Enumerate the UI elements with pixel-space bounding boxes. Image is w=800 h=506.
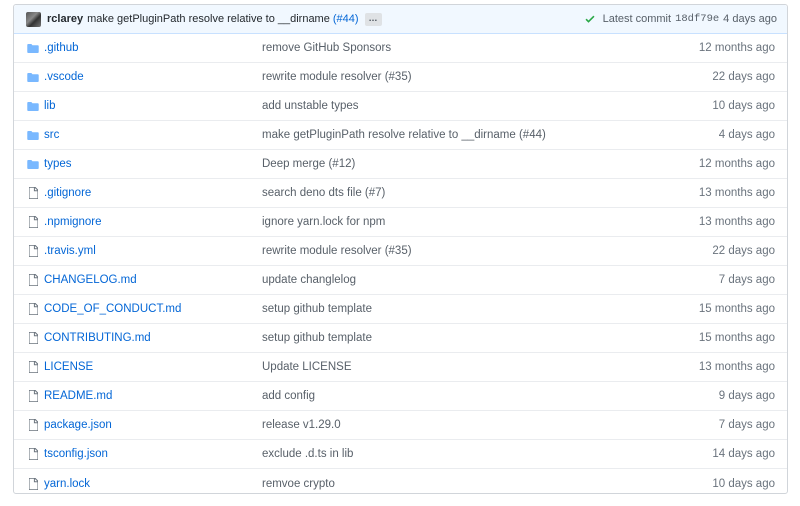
file-browser: rclarey make getPluginPath resolve relat… (13, 4, 788, 494)
file-row: CODE_OF_CONDUCT.md setup github template 1… (14, 295, 787, 324)
commit-author[interactable]: rclarey (47, 13, 83, 25)
file-row: .github remove GitHub Sponsors 12 months a… (14, 34, 787, 63)
commit-age: 22 days ago (712, 71, 775, 83)
commit-message-link[interactable]: remvoe crypto (262, 478, 665, 490)
commit-message-link[interactable]: add config (262, 390, 665, 402)
commit-message-link[interactable]: make getPluginPath resolve relative to _… (262, 129, 665, 141)
file-icon (26, 477, 40, 490)
file-name-link[interactable]: yarn.lock (44, 478, 262, 490)
file-row: package.json release v1.29.0 7 days ago (14, 411, 787, 440)
commit-age: 13 months ago (698, 216, 775, 228)
file-icon (26, 245, 40, 257)
commit-age: 14 days ago (712, 448, 775, 460)
commit-age: 13 months ago (698, 187, 775, 199)
file-name-link[interactable]: tsconfig.json (44, 448, 262, 460)
folder-icon (26, 130, 40, 140)
commit-message-link[interactable]: release v1.29.0 (262, 419, 665, 431)
commit-message-link[interactable]: update changlelog (262, 274, 665, 286)
file-name-link[interactable]: CONTRIBUTING.md (44, 332, 262, 344)
file-row: .travis.yml rewrite module resolver (#35)… (14, 237, 787, 266)
file-row: tsconfig.json exclude .d.ts in lib 14 days… (14, 440, 787, 469)
latest-commit-bar: rclarey make getPluginPath resolve relat… (14, 5, 787, 34)
commit-age: 9 days ago (718, 390, 775, 402)
commit-message-link[interactable]: exclude .d.ts in lib (262, 448, 665, 460)
commit-message-link[interactable]: remove GitHub Sponsors (262, 42, 665, 54)
file-name-link[interactable]: types (44, 158, 262, 170)
file-row: .npmignore ignore yarn.lock for npm 13 mon… (14, 208, 787, 237)
file-name-link[interactable]: CHANGELOG.md (44, 274, 262, 286)
file-row: lib add unstable types 10 days ago (14, 92, 787, 121)
folder-icon (26, 43, 40, 53)
commit-age: 12 months ago (698, 42, 775, 54)
folder-icon (26, 159, 40, 169)
commit-pr-link[interactable]: (#44) (333, 13, 359, 25)
commit-age: 15 months ago (698, 332, 775, 344)
file-name-link[interactable]: .gitignore (44, 187, 262, 199)
file-row: .gitignore search deno dts file (#7) 13 mo… (14, 179, 787, 208)
file-name-link[interactable]: .npmignore (44, 216, 262, 228)
file-list: .github remove GitHub Sponsors 12 months a… (14, 34, 787, 498)
commit-sha[interactable]: 18df79e (675, 13, 719, 25)
commit-age: 12 months ago (698, 158, 775, 170)
file-name-link[interactable]: .vscode (44, 71, 262, 83)
commit-message-link[interactable]: add unstable types (262, 100, 665, 112)
commit-age: 10 days ago (712, 477, 775, 490)
file-name-link[interactable]: CODE_OF_CONDUCT.md (44, 303, 262, 315)
file-name-link[interactable]: .travis.yml (44, 245, 262, 257)
file-row: .vscode rewrite module resolver (#35) 22 d… (14, 63, 787, 92)
commit-message-link[interactable]: rewrite module resolver (#35) (262, 245, 665, 257)
commit-message-link[interactable]: search deno dts file (#7) (262, 187, 665, 199)
commit-age: 10 days ago (712, 100, 775, 112)
file-name-link[interactable]: src (44, 129, 262, 141)
commit-message-link[interactable]: setup github template (262, 303, 665, 315)
file-icon (26, 303, 40, 315)
file-name-link[interactable]: package.json (44, 419, 262, 431)
file-icon (26, 419, 40, 431)
file-icon (26, 332, 40, 344)
commit-message[interactable]: make getPluginPath resolve relative to _… (87, 13, 330, 25)
commit-message-link[interactable]: Update LICENSE (262, 361, 665, 373)
commit-age: 15 months ago (698, 303, 775, 315)
commit-age: 7 days ago (718, 419, 775, 431)
file-name-link[interactable]: .github (44, 42, 262, 54)
commit-time: 4 days ago (723, 13, 777, 25)
commit-age: 7 days ago (718, 274, 775, 286)
latest-commit-label: Latest commit (602, 13, 672, 25)
check-icon (585, 15, 595, 23)
folder-icon (26, 101, 40, 111)
commit-age: 22 days ago (712, 245, 775, 257)
file-row: types Deep merge (#12) 12 months ago (14, 150, 787, 179)
file-icon (26, 390, 40, 402)
file-name-link[interactable]: LICENSE (44, 361, 262, 373)
file-row: LICENSE Update LICENSE 13 months ago (14, 353, 787, 382)
file-icon (26, 216, 40, 228)
commit-message-link[interactable]: Deep merge (#12) (262, 158, 665, 170)
file-icon (26, 187, 40, 199)
file-row: CONTRIBUTING.md setup github template 15 m… (14, 324, 787, 353)
commit-age: 4 days ago (718, 129, 775, 141)
file-icon (26, 274, 40, 286)
avatar[interactable] (26, 11, 41, 27)
file-row: src make getPluginPath resolve relative t… (14, 121, 787, 150)
commit-age: 13 months ago (698, 361, 775, 373)
file-icon (26, 448, 40, 460)
file-name-link[interactable]: lib (44, 100, 262, 112)
file-icon (26, 361, 40, 373)
commit-message-link[interactable]: setup github template (262, 332, 665, 344)
file-row: README.md add config 9 days ago (14, 382, 787, 411)
commit-message-link[interactable]: ignore yarn.lock for npm (262, 216, 665, 228)
commit-message-link[interactable]: rewrite module resolver (#35) (262, 71, 665, 83)
file-row: yarn.lock remvoe crypto 10 days ago (14, 469, 787, 498)
file-name-link[interactable]: README.md (44, 390, 262, 402)
file-row: CHANGELOG.md update changlelog 7 days ago (14, 266, 787, 295)
folder-icon (26, 72, 40, 82)
expand-commit-button[interactable]: … (364, 12, 382, 26)
